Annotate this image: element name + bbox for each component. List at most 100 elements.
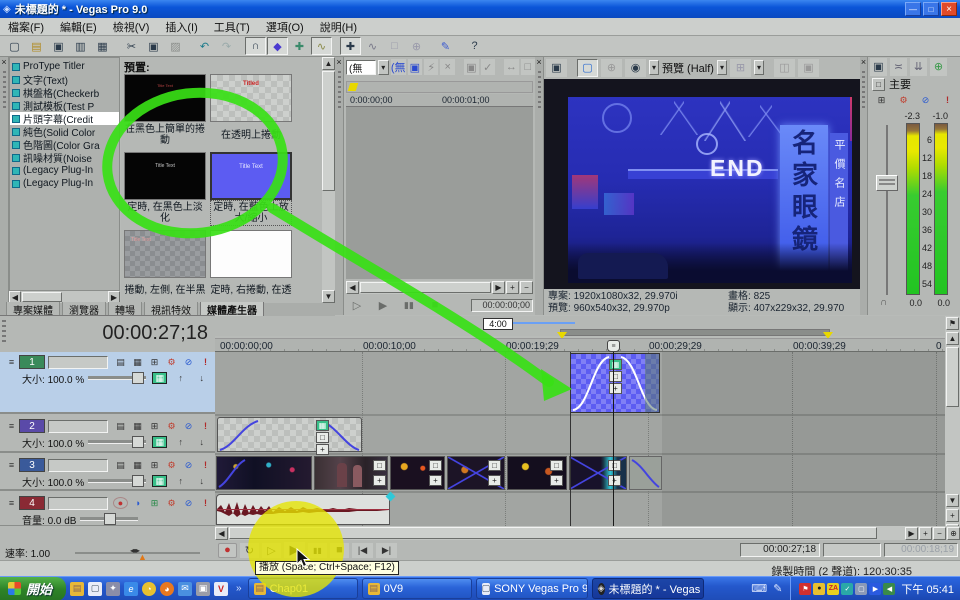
track-grip-icon[interactable]: ≡ <box>4 356 19 368</box>
event-fx-icon[interactable]: + <box>373 475 386 486</box>
master-solo-icon[interactable]: ! <box>940 94 955 106</box>
preset-thumb[interactable]: Title Text <box>124 74 206 122</box>
track-fx-icon[interactable]: ⚙ <box>164 420 179 432</box>
paint-tool-button[interactable]: ✎ <box>435 37 456 55</box>
playhead-line[interactable] <box>613 352 614 526</box>
scroll-right-button[interactable]: ▶ <box>492 281 505 294</box>
selection-tool-button[interactable]: □ <box>384 37 405 55</box>
composite-mode-icon[interactable]: ▦ <box>130 420 145 432</box>
envelope-tool-button[interactable]: ∿ <box>362 37 383 55</box>
trimmer-marker-bar[interactable] <box>346 81 533 93</box>
overlay-grid-button[interactable]: ⊞ <box>730 59 751 77</box>
preset-thumb[interactable]: Title Text <box>124 230 206 278</box>
automation-icon[interactable]: ▦ <box>152 436 167 448</box>
redo-button[interactable]: ↷ <box>216 37 237 55</box>
track-motion-icon[interactable]: ▤ <box>113 459 128 471</box>
tray-antivirus-icon[interactable]: ✓ <box>841 583 853 595</box>
quick-launch-chrome-icon[interactable]: ◔ <box>142 582 156 596</box>
trimmer-play-button[interactable]: ▶ <box>374 298 392 312</box>
trimmer-save2-button[interactable]: ▣ <box>464 59 478 75</box>
pan-crop-icon[interactable]: □ <box>488 460 501 471</box>
paste-button[interactable]: ▨ <box>165 37 186 55</box>
minimize-button[interactable]: — <box>905 2 921 16</box>
track-name-field[interactable] <box>48 497 108 510</box>
track-fx-icon[interactable]: ⚙ <box>164 356 179 368</box>
tray-zonealarm-icon[interactable]: ZA <box>827 583 839 595</box>
automation-icon[interactable]: ▦ <box>152 475 167 487</box>
track-grip-icon[interactable]: ≡ <box>4 497 19 509</box>
track-fx-icon[interactable]: ⚙ <box>164 497 179 509</box>
save-button[interactable]: ▣ <box>48 37 69 55</box>
menu-edit[interactable]: 編輯(E) <box>52 19 105 35</box>
trimmer-apply-button[interactable]: ✓ <box>481 59 495 75</box>
bus-icon[interactable]: ⊞ <box>147 459 162 471</box>
trimmer-fx-button[interactable]: ⚡ <box>424 59 438 75</box>
trimmer-stop-button[interactable]: ■ <box>426 298 444 312</box>
track3-clip-crossfade[interactable]: □ + <box>569 456 627 490</box>
go-to-start-button[interactable]: |◀ <box>352 543 373 558</box>
tray-player-icon[interactable]: ▶ <box>869 583 881 595</box>
generator-item[interactable]: (Legacy Plug-In <box>10 164 119 177</box>
generator-item[interactable]: 純色(Solid Color <box>10 125 119 138</box>
scroll-left-button[interactable]: ◀ <box>346 281 359 294</box>
scroll-up-button[interactable]: ▲ <box>946 332 959 345</box>
quick-launch-messenger-icon[interactable]: ✉ <box>178 582 192 596</box>
close-window-icon[interactable]: × <box>535 57 543 67</box>
make-comp-child-icon[interactable]: ↓ <box>194 436 209 448</box>
trimmer-play-start-button[interactable]: ▷ <box>348 298 366 312</box>
timeline-hscrollbar[interactable]: ◀ ▶ + − ⊕ <box>215 526 960 540</box>
make-comp-parent-icon[interactable]: ↑ <box>173 475 188 487</box>
start-button[interactable]: 開始 <box>0 577 66 600</box>
normal-edit-tool-button[interactable]: ✚ <box>340 37 361 55</box>
quick-launch-firefox-icon[interactable]: ◕ <box>160 582 174 596</box>
preset-thumb[interactable]: Titled <box>210 74 292 122</box>
mute-icon[interactable]: ⊘ <box>181 420 196 432</box>
phase-icon[interactable]: ◑ <box>130 497 145 509</box>
pause-button[interactable]: ▮▮ <box>308 543 327 558</box>
copy-button[interactable]: ▣ <box>143 37 164 55</box>
track-header-1[interactable]: ≡ 1 ▤ ▦ ⊞ ⚙ ⊘ ! 大小: 100.0 % ▦ ↑ ↓ <box>0 352 215 414</box>
event-fx-icon[interactable]: + <box>608 475 621 486</box>
record-arm-icon[interactable]: ● <box>113 497 128 509</box>
maximize-button[interactable]: □ <box>923 2 939 16</box>
make-comp-parent-icon[interactable]: ↑ <box>173 372 188 384</box>
event-fx-icon[interactable]: + <box>316 444 329 455</box>
make-comp-parent-icon[interactable]: ↑ <box>173 436 188 448</box>
zoom-in-button[interactable]: + <box>506 281 519 294</box>
track3-clip[interactable] <box>216 456 312 490</box>
big-time-display[interactable]: 00:00:27;18 <box>50 322 208 344</box>
trimmer-props-button[interactable]: (無 <box>391 59 406 75</box>
fader-lock-icon[interactable]: ∩ <box>880 297 887 308</box>
group-ignore-button[interactable]: ∿ <box>311 37 332 55</box>
mute-icon[interactable]: ⊘ <box>181 356 196 368</box>
scroll-down-button[interactable]: ▼ <box>322 290 335 303</box>
menu-tools[interactable]: 工具(T) <box>206 19 258 35</box>
track-name-field[interactable] <box>48 459 108 472</box>
event-fx-icon[interactable]: + <box>609 383 622 394</box>
scroll-right-button[interactable]: ▶ <box>905 527 918 540</box>
scroll-up-button[interactable]: ▲ <box>322 57 335 70</box>
generator-item-selected[interactable]: 片頭字幕(Credit <box>10 112 119 125</box>
quick-launch-document-icon[interactable]: ▢ <box>88 582 102 596</box>
master-mute-icon[interactable]: ⊘ <box>918 94 933 106</box>
scroll-left-button[interactable]: ◀ <box>215 527 228 540</box>
trimmer-media-combo[interactable]: (無 <box>346 60 376 75</box>
quick-launch-folder-icon[interactable]: ▤ <box>70 582 84 596</box>
preset-thumb[interactable] <box>210 230 292 278</box>
generated-media-icon[interactable]: ▦ <box>316 420 329 431</box>
snap-button[interactable]: ∩ <box>245 37 266 55</box>
master-fader-track[interactable] <box>886 125 888 295</box>
scroll-thumb[interactable] <box>229 527 877 539</box>
quick-launch-overflow-icon[interactable]: » <box>236 583 242 594</box>
quality-arrow-icon[interactable]: ▾ <box>649 60 659 75</box>
level-slider[interactable] <box>80 517 138 521</box>
track-name-field[interactable] <box>48 356 108 369</box>
quick-launch-vegas-icon[interactable]: V <box>214 582 228 596</box>
preset-thumb-selected[interactable]: Title Text <box>210 152 292 200</box>
menu-file[interactable]: 檔案(F) <box>0 19 52 35</box>
selection-time-display[interactable] <box>823 543 881 557</box>
track-header-2[interactable]: ≡ 2 ▤ ▦ ⊞ ⚙ ⊘ ! 大小: 100.0 % ▦ ↑ ↓ <box>0 416 215 453</box>
automation-icon[interactable]: ▦ <box>152 372 167 384</box>
track3-clip-crossfade[interactable]: □ + <box>447 456 505 490</box>
combo-arrow-icon[interactable]: ▾ <box>378 60 389 75</box>
